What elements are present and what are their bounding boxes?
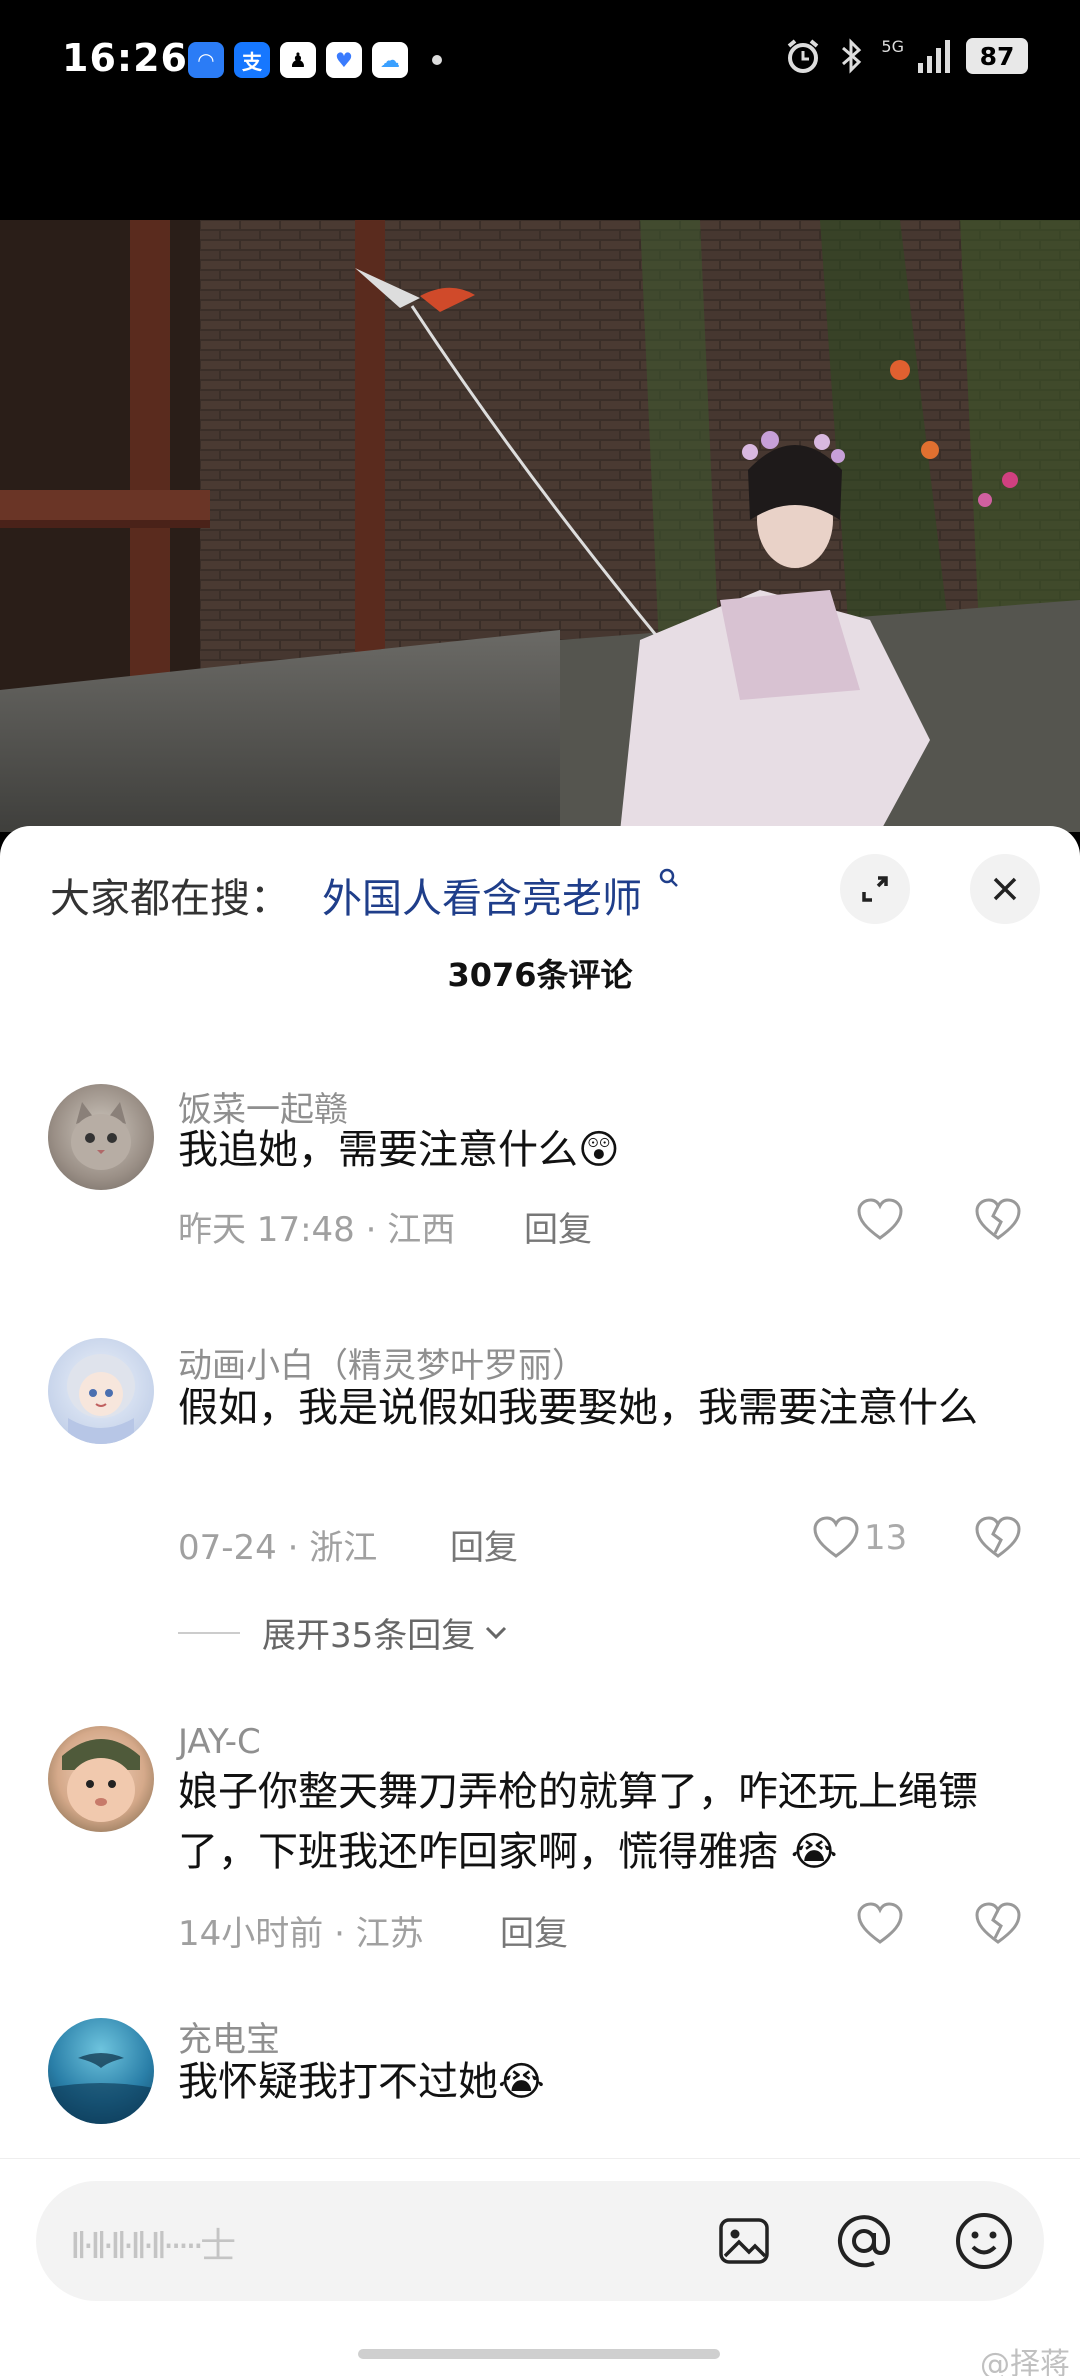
mention-button[interactable] [832,2209,896,2273]
crying-emoji: 😭 [790,1829,838,1875]
like-button[interactable] [856,1198,904,1242]
bluetooth-icon [842,38,862,74]
comment-text: 我怀疑我打不过她😭 [178,2052,1018,2112]
emoji-button[interactable] [952,2209,1016,2273]
search-icon [659,868,678,887]
avatar[interactable] [48,1084,154,1190]
like-button[interactable] [856,1902,904,1946]
comment-text: 假如，我是说假如我要娶她，我需要注意什么 [178,1385,978,1431]
signal-icon [918,40,950,73]
crying-emoji: 😭 [498,2059,545,2105]
alarm-icon [788,39,819,73]
comment-input[interactable]: Il·Il·Il·Il·Il·····士 [36,2181,1044,2301]
comment-text: 娘子你整天舞刀弄枪的就算了，咋还玩上绳镖了，下班我还咋回家啊，慌得雅痞 😭 [178,1762,1018,1882]
anime-avatar-icon [67,1354,135,1444]
dislike-button[interactable] [974,1902,1022,1950]
comment-meta: 昨天 17:48 · 江西 [178,1210,456,1250]
comment-sheet: 大家都在搜： 外国人看含亮老师 3076条评论 饭菜一起赣 我追她，需要注意什么… [0,826,1080,2376]
expand-replies-button[interactable]: 展开35条回复 [178,1608,511,1657]
home-indicator[interactable] [358,2349,720,2359]
network-type: 5G [881,36,904,56]
status-time: 16:26 [62,36,188,80]
comment-meta: 14小时前 · 江苏 [178,1914,424,1954]
image-icon [719,2218,769,2264]
comment-location: 江苏 [355,1914,424,1954]
reply-button[interactable]: 回复 [500,1906,568,1955]
trending-search-label: 大家都在搜： [50,876,290,922]
heart-icon [813,1516,859,1558]
health-icon: ♥ [326,42,362,78]
reply-button[interactable]: 回复 [450,1520,518,1569]
trending-search-term: 外国人看含亮老师 [322,876,642,922]
comment-time: 07-24 [178,1528,277,1568]
comment-count: 3076条评论 [447,956,633,994]
image-button[interactable] [712,2209,776,2273]
like-count: 13 [864,1518,908,1558]
expand-sheet-button[interactable] [840,854,910,924]
smiley-icon [956,2213,1012,2269]
notification-icons: ◠ 支 ♟ ♥ ☁ [188,42,442,78]
broken-heart-icon [975,1902,1021,1944]
reply-button[interactable]: 回复 [524,1202,592,1251]
watermark: @择蒋 [980,2347,1070,2376]
more-notifications-dot [432,55,442,65]
expand-icon [862,876,888,902]
battery-indicator: 87 [966,38,1028,74]
comment-meta: 07-24 · 浙江 [178,1528,378,1568]
baby-avatar-icon [62,1739,140,1822]
comment-input-bar: Il·Il·Il·Il·Il·····士 @择蒋 [0,2158,1080,2376]
heart-icon [857,1198,903,1240]
heart-icon [857,1902,903,1944]
system-icons: 5G 87 [783,36,1028,76]
comment-location: 浙江 [309,1528,378,1568]
comment-body: 娘子你整天舞刀弄枪的就算了，咋还玩上绳镖了，下班我还咋回家啊，慌得雅痞 [178,1769,978,1875]
trending-search-link[interactable]: 外国人看含亮老师 [322,866,681,924]
cloud-icon: ☁ [372,42,408,78]
avatar[interactable] [48,1338,154,1444]
comment-body: 我怀疑我打不过她 [178,2059,498,2105]
avatar[interactable] [48,2018,154,2124]
comment-time: 14小时前 [178,1914,324,1954]
comment-username[interactable]: JAY-C [178,1722,261,1762]
avatar[interactable] [48,1726,154,1832]
cat-avatar-icon [71,1102,131,1170]
broken-heart-icon [975,1516,1021,1558]
comment-body: 我追她，需要注意什么 [178,1127,578,1173]
comment-time: 昨天 17:48 [178,1210,355,1250]
dislike-button[interactable] [974,1198,1022,1246]
divider [178,1631,240,1634]
comment-location: 江西 [387,1210,456,1250]
ocean-avatar-icon [48,2053,154,2124]
expand-replies-label: 展开35条回复 [262,1616,476,1656]
video-player[interactable] [0,122,1080,832]
qq-icon: ♟ [280,42,316,78]
at-icon [838,2215,891,2268]
status-bar: 16:26 ◠ 支 ♟ ♥ ☁ 5G 87 [0,0,1080,122]
broken-heart-icon [975,1198,1021,1240]
comment-input-placeholder: Il·Il·Il·Il·Il·····士 [70,2226,236,2267]
comment-text: 我追她，需要注意什么😲 [178,1120,1018,1180]
astonished-emoji: 😲 [578,1127,620,1173]
close-icon [993,877,1017,901]
video-frame [0,220,1080,832]
browser-icon: ◠ [188,42,224,78]
video-letterbox [0,122,1080,220]
alipay-icon: 支 [234,42,270,78]
dislike-button[interactable] [974,1516,1022,1564]
chevron-down-icon [486,1626,507,1639]
like-button[interactable]: 13 [812,1516,907,1560]
close-sheet-button[interactable] [970,854,1040,924]
